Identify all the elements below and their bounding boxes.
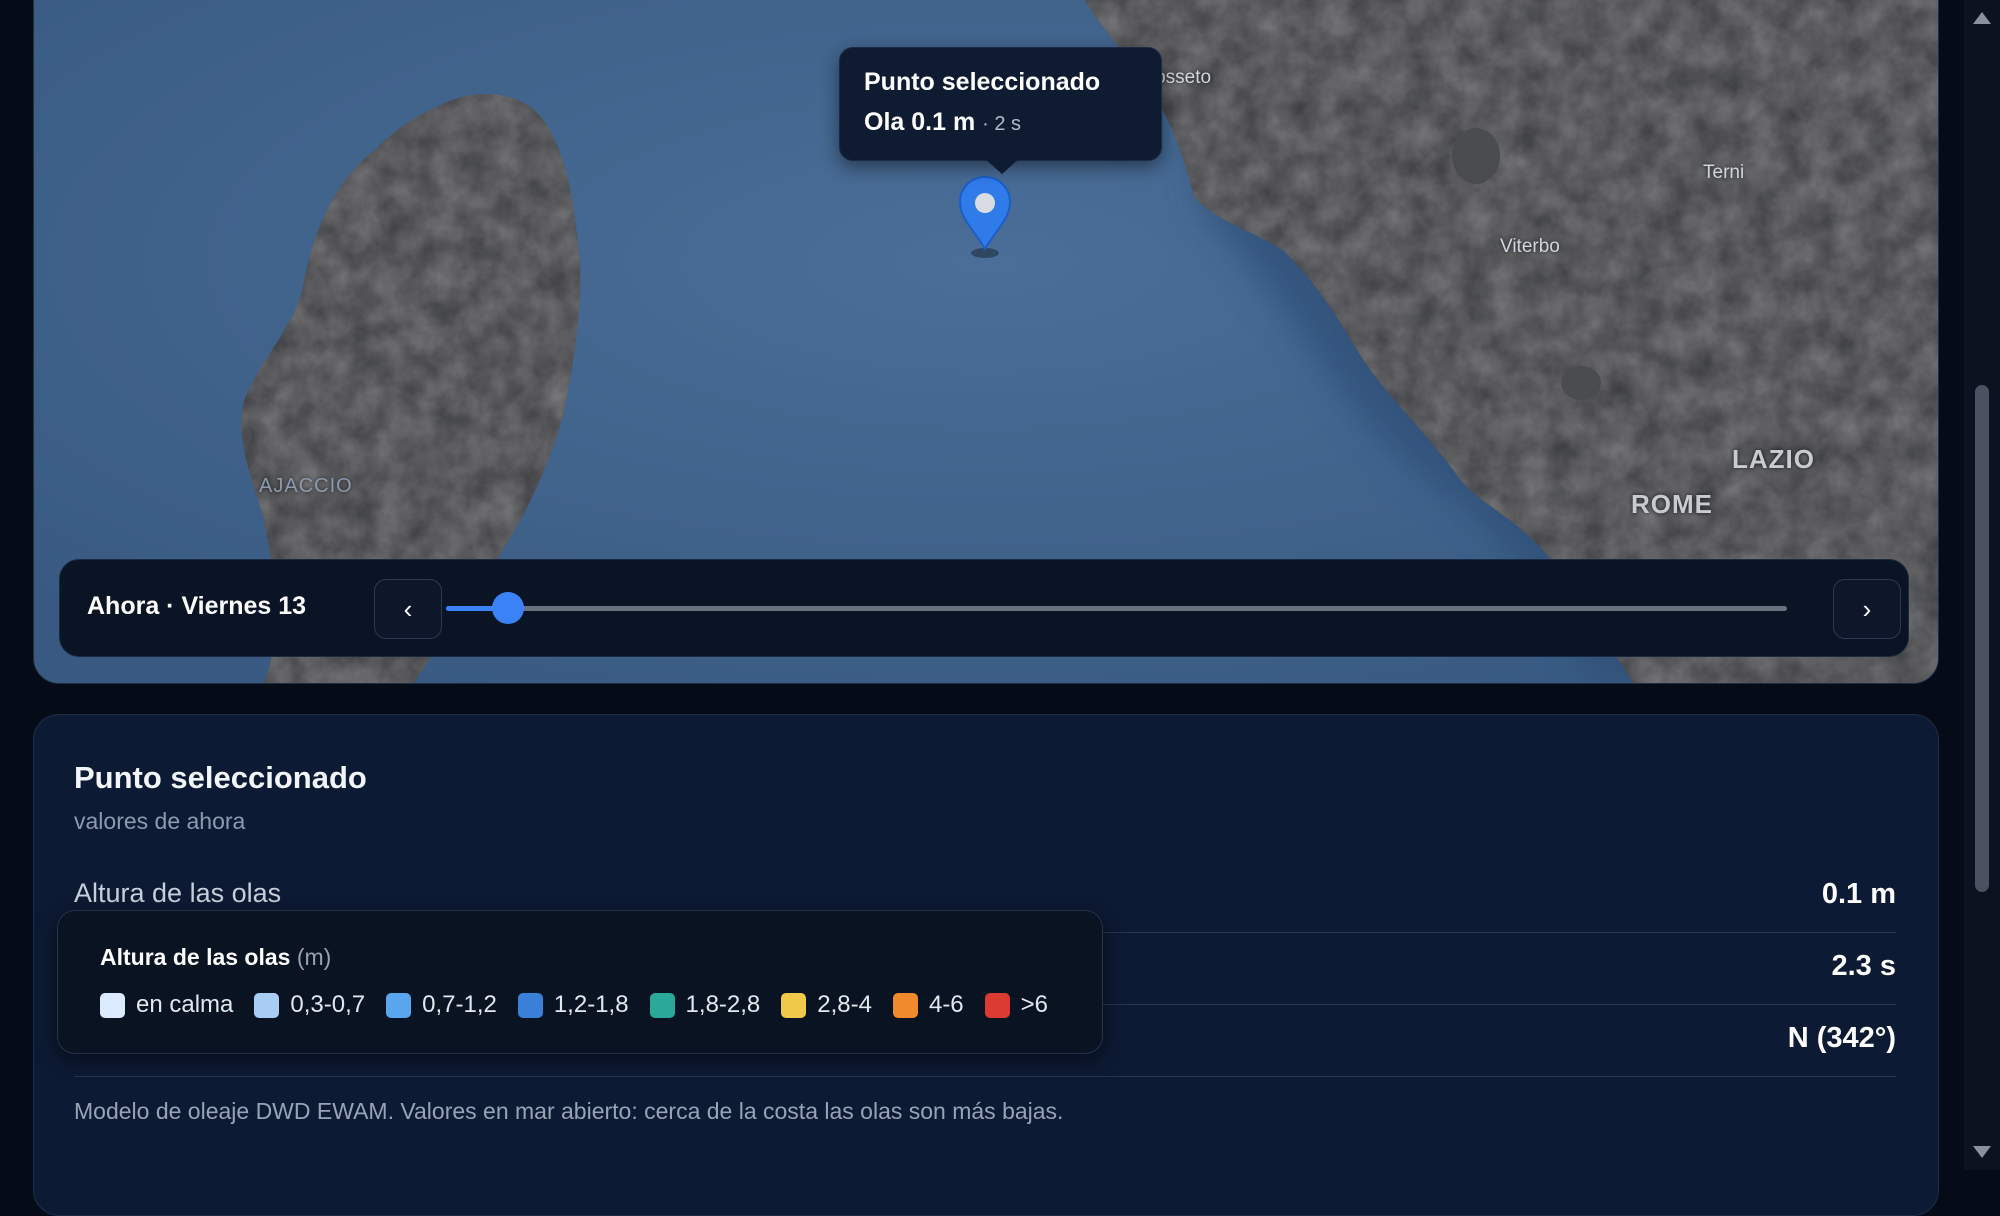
legend-label: 2,8-4 bbox=[817, 991, 872, 1018]
legend-item: 0,3-0,7 bbox=[254, 991, 365, 1019]
map-view[interactable]: Grosseto Terni Viterbo LAZIO ROME AJACCI… bbox=[33, 0, 1939, 684]
wave-height-legend: Altura de las olas (m) en calma 0,3-0,7 0,… bbox=[57, 910, 1103, 1054]
place-label: Terni bbox=[1703, 162, 1745, 183]
legend-label: 1,8-2,8 bbox=[685, 991, 761, 1018]
legend-swatch bbox=[254, 992, 280, 1018]
legend-swatch bbox=[100, 992, 125, 1018]
place-label: LAZIO bbox=[1732, 444, 1815, 474]
timeline-label: Ahora · Viernes 13 bbox=[87, 592, 307, 620]
place-label: AJACCIO bbox=[259, 475, 353, 497]
row-value: 0.1 m bbox=[1821, 878, 1896, 910]
time-slider-thumb[interactable] bbox=[491, 592, 524, 624]
legend-label: 4-6 bbox=[928, 991, 964, 1018]
row-value: 2.3 s bbox=[1831, 950, 1897, 982]
place-label: ROME bbox=[1631, 489, 1713, 519]
scrollbar-thumb[interactable] bbox=[1975, 385, 1989, 892]
scroll-up-arrow-icon[interactable] bbox=[1973, 12, 1991, 24]
legend-label: 0,3-0,7 bbox=[290, 991, 366, 1018]
panel-subtitle: valores de ahora bbox=[74, 808, 246, 834]
legend-label: >6 bbox=[1020, 991, 1049, 1018]
legend-swatch bbox=[984, 992, 1010, 1018]
row-label: Altura de las olas bbox=[74, 878, 282, 908]
popup-wave: Ola 0.1 m bbox=[864, 108, 976, 136]
legend-title: Altura de las olas (m) bbox=[100, 944, 331, 971]
page-scrollbar[interactable] bbox=[1964, 0, 2000, 1170]
place-label: Viterbo bbox=[1500, 236, 1560, 257]
legend-title-text: Altura de las olas bbox=[100, 944, 291, 970]
popup-title: Punto seleccionado bbox=[864, 68, 1101, 96]
popup-arrow bbox=[984, 158, 1020, 174]
scroll-down-arrow-icon[interactable] bbox=[1973, 1146, 1991, 1158]
legend-items: en calma 0,3-0,7 0,7-1,2 1,2-1,8 1,8-2,8 2,8-… bbox=[100, 991, 1069, 1019]
legend-swatch bbox=[386, 992, 412, 1018]
legend-swatch bbox=[781, 992, 807, 1018]
legend-label: 1,2-1,8 bbox=[553, 991, 629, 1018]
timeline-bar: Ahora · Viernes 13 ‹ › bbox=[59, 559, 1909, 657]
legend-unit: (m) bbox=[296, 944, 332, 970]
previous-time-button[interactable]: ‹ bbox=[374, 579, 442, 639]
model-footnote: Modelo de oleaje DWD EWAM. Valores en ma… bbox=[74, 1098, 1064, 1124]
legend-item: 4-6 bbox=[892, 991, 964, 1019]
popup-period: · 2 s bbox=[982, 113, 1022, 135]
panel-title: Punto seleccionado bbox=[74, 760, 367, 795]
legend-label: en calma bbox=[136, 991, 234, 1018]
legend-swatch bbox=[517, 992, 543, 1018]
row-value: N (342°) bbox=[1787, 1022, 1896, 1054]
legend-item: 1,8-2,8 bbox=[649, 991, 761, 1019]
popup-wave-line: Ola 0.1 m · 2 s bbox=[864, 108, 1021, 137]
selected-point-popup: Punto seleccionado Ola 0.1 m · 2 s bbox=[839, 47, 1162, 174]
legend-item: 0,7-1,2 bbox=[386, 991, 497, 1019]
legend-item: >6 bbox=[984, 991, 1049, 1019]
time-slider[interactable] bbox=[446, 592, 1787, 624]
legend-swatch bbox=[649, 992, 675, 1018]
next-time-button[interactable]: › bbox=[1833, 579, 1901, 639]
legend-swatch bbox=[892, 992, 918, 1018]
legend-label: 0,7-1,2 bbox=[422, 991, 497, 1018]
legend-item: en calma bbox=[100, 991, 233, 1019]
legend-item: 2,8-4 bbox=[781, 991, 872, 1019]
legend-item: 1,2-1,8 bbox=[517, 991, 629, 1019]
